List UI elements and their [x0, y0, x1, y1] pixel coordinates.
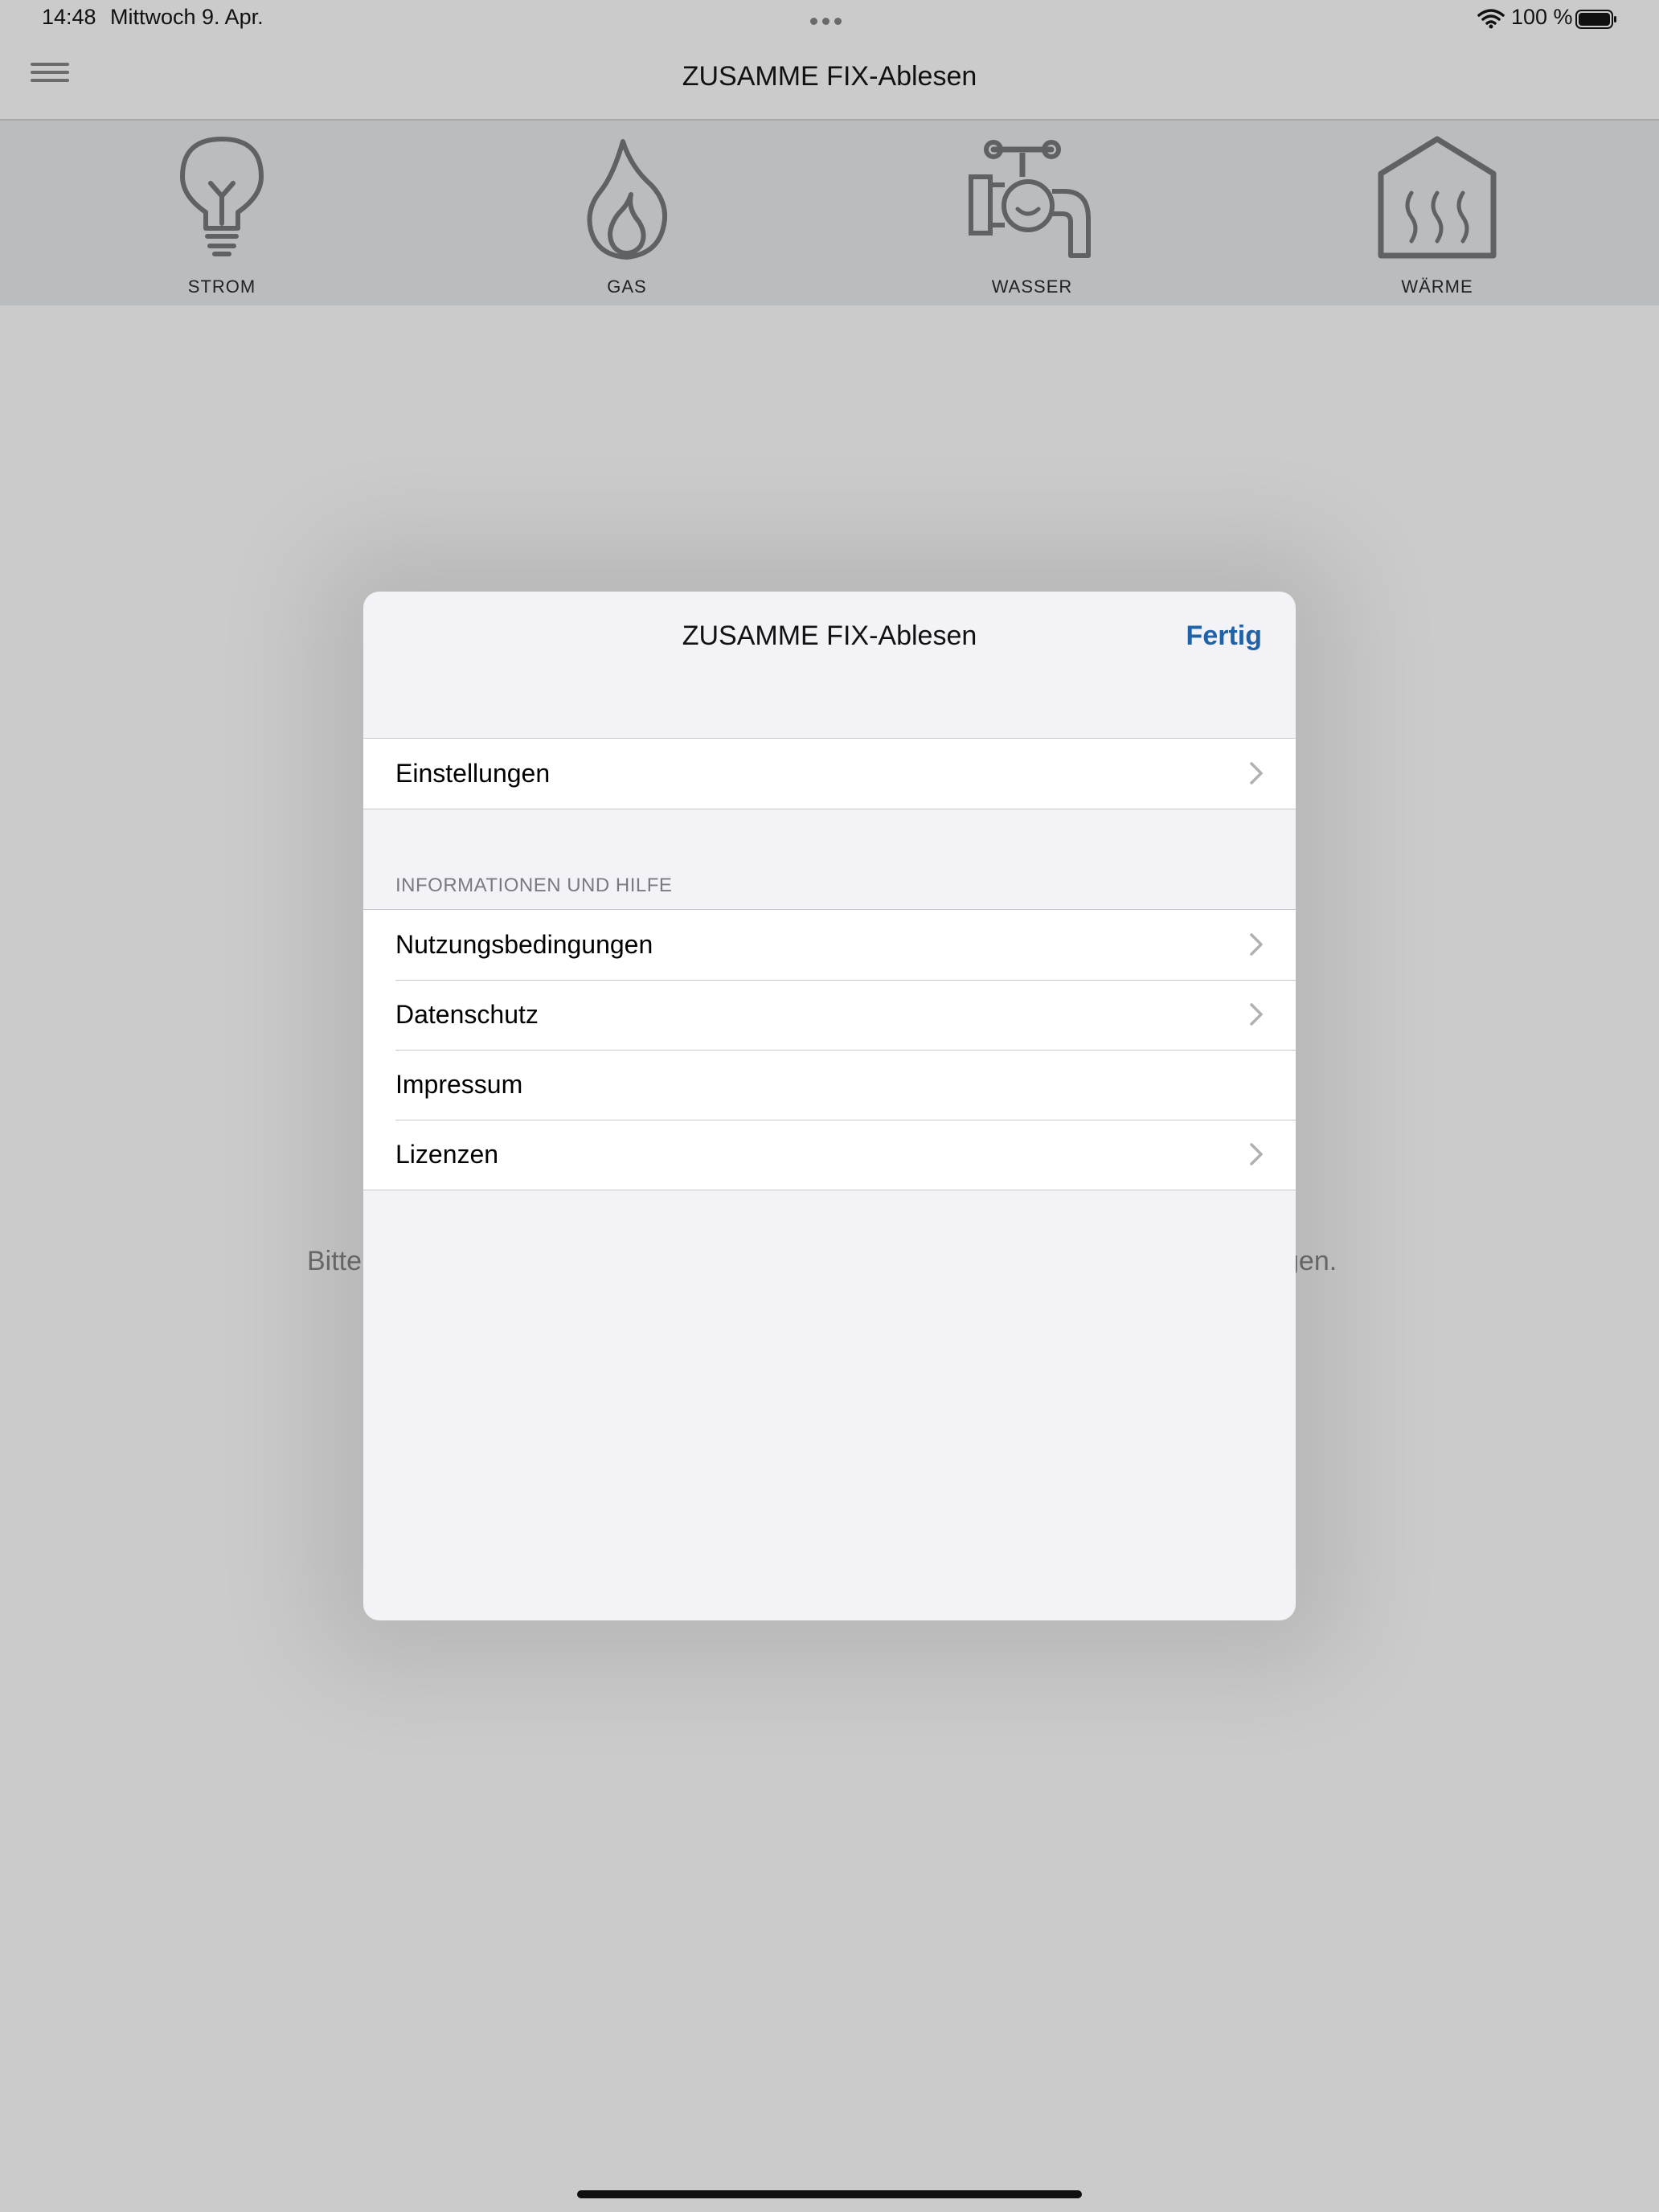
water-tap-icon — [969, 140, 1091, 258]
status-bar: 14:48 Mittwoch 9. Apr. 100 % — [0, 0, 1659, 39]
category-label: GAS — [607, 276, 647, 297]
chevron-right-icon — [1250, 1003, 1263, 1026]
row-label: Einstellungen — [395, 759, 551, 788]
wifi-icon — [1477, 9, 1505, 29]
chevron-right-icon — [1250, 1143, 1263, 1165]
category-strom[interactable]: STROM — [133, 135, 310, 297]
row-label: Lizenzen — [395, 1140, 499, 1169]
navigation-bar: ZUSAMME FIX-Ablesen — [0, 39, 1659, 121]
chevron-right-icon — [1250, 762, 1263, 784]
settings-row[interactable]: Einstellungen — [363, 739, 1296, 809]
licenses-row[interactable]: Lizenzen — [363, 1120, 1296, 1190]
info-group: Nutzungsbedingungen Datenschutz Impressu… — [363, 909, 1296, 1190]
row-label: Nutzungsbedingungen — [395, 930, 653, 959]
sheet-title: ZUSAMME FIX-Ablesen — [682, 621, 977, 651]
home-indicator[interactable] — [577, 2190, 1082, 2198]
category-label: WASSER — [991, 276, 1073, 297]
settings-group: Einstellungen — [363, 738, 1296, 809]
privacy-row[interactable]: Datenschutz — [363, 980, 1296, 1050]
category-wasser[interactable]: WASSER — [944, 135, 1120, 297]
status-date: Mittwoch 9. Apr. — [110, 5, 264, 29]
category-label: STROM — [187, 276, 256, 297]
category-waerme[interactable]: WÄRME — [1349, 135, 1526, 297]
flame-icon — [587, 139, 668, 260]
menu-sheet: ZUSAMME FIX-Ablesen Fertig Einstellungen… — [363, 592, 1296, 1620]
terms-row[interactable]: Nutzungsbedingungen — [363, 910, 1296, 980]
battery-icon — [1575, 10, 1616, 29]
category-bar: STROM GAS WASSER WÄRME — [0, 121, 1659, 305]
section-header: INFORMATIONEN UND HILFE — [395, 875, 673, 896]
background-message-left: Bitte — [307, 1246, 363, 1276]
row-label: Datenschutz — [395, 1000, 539, 1029]
category-label: WÄRME — [1401, 276, 1473, 297]
battery-percent: 100 % — [1511, 5, 1573, 29]
light-bulb-icon — [180, 137, 264, 256]
done-button[interactable]: Fertig — [1186, 621, 1262, 652]
imprint-row[interactable]: Impressum — [363, 1050, 1296, 1120]
category-gas[interactable]: GAS — [539, 135, 715, 297]
page-title: ZUSAMME FIX-Ablesen — [682, 61, 977, 92]
row-label: Impressum — [395, 1070, 523, 1099]
house-heat-icon — [1378, 136, 1497, 259]
multitasking-dots-icon[interactable] — [810, 14, 849, 25]
chevron-right-icon — [1250, 933, 1263, 956]
status-time: 14:48 — [42, 5, 96, 29]
